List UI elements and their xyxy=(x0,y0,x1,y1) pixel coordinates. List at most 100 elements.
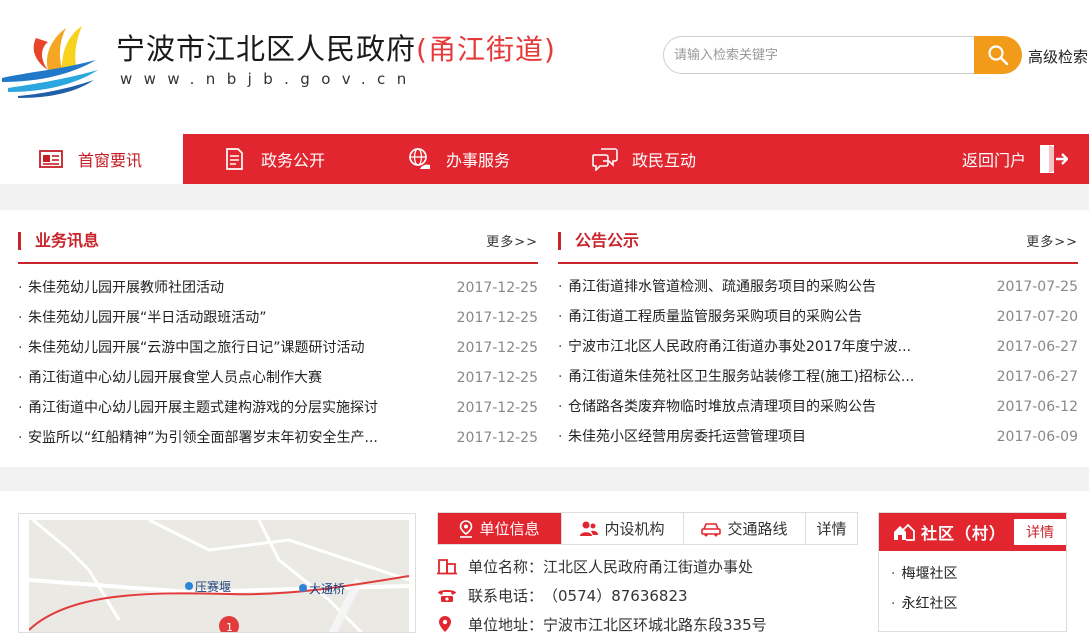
nav-item-label: 政务公开 xyxy=(261,151,326,170)
list-item[interactable]: · 朱佳苑小区经营用房委托运营管理项目 2017-06-09 xyxy=(558,422,1078,452)
list-item[interactable]: · 甬江街道中心幼儿园开展主题式建构游戏的分层实施探讨 2017-12-25 xyxy=(18,393,538,423)
community-name[interactable]: 梅堰社区 xyxy=(901,566,957,582)
notice-date: 2017-06-09 xyxy=(996,429,1078,445)
map-pin-icon xyxy=(437,615,459,633)
site-header: 宁波市江北区人民政府(甬江街道) www.nbjb.gov.cn 高级检索 xyxy=(0,0,1089,134)
notice-title[interactable]: 甬江街道朱佳苑社区卫生服务站装修工程(施工)招标公... xyxy=(568,362,978,392)
people-icon xyxy=(580,520,599,538)
notice-date: 2017-06-27 xyxy=(996,369,1078,385)
tab-label: 交通路线 xyxy=(727,520,788,538)
phone-value: （0574）87636823 xyxy=(543,586,688,605)
panel-header: 业务讯息 更多>> xyxy=(18,228,538,264)
notice-title[interactable]: 仓储路各类废弃物临时堆放点清理项目的采购公告 xyxy=(568,392,978,422)
news-date: 2017-12-25 xyxy=(456,280,538,296)
search-button[interactable] xyxy=(974,36,1022,74)
map-label: 大通桥 xyxy=(309,582,345,596)
globe-hand-icon xyxy=(406,146,432,172)
notice-title[interactable]: 甬江街道工程质量监管服务采购项目的采购公告 xyxy=(568,302,978,332)
list-item[interactable]: · 甬江街道朱佳苑社区卫生服务站装修工程(施工)招标公... 2017-06-27 xyxy=(558,362,1078,392)
list-item[interactable]: · 甬江街道工程质量监管服务采购项目的采购公告 2017-07-20 xyxy=(558,302,1078,332)
map-label: 压赛堰 xyxy=(195,579,231,594)
list-item[interactable]: · 永红社区 xyxy=(891,589,957,619)
community-details-link[interactable]: 详情 xyxy=(1014,519,1066,545)
notice-title[interactable]: 甬江街道排水管道检测、疏通服务项目的采购公告 xyxy=(568,272,978,302)
nav-item-interaction[interactable]: 政民互动 xyxy=(592,134,696,184)
news-title[interactable]: 朱佳苑幼儿园开展“半日活动跟班活动” xyxy=(28,303,438,333)
list-item[interactable]: · 朱佳苑幼儿园开展“云游中国之旅行日记”课题研讨活动 2017-12-25 xyxy=(18,333,538,363)
community-header: 社区（村） 详情 xyxy=(879,513,1066,551)
main-nav: 首窗要讯 政务公开 办事服务 政民互动 返回门户 xyxy=(0,134,1089,184)
tab-transport[interactable]: 交通路线 xyxy=(684,513,806,544)
notice-title[interactable]: 朱佳苑小区经营用房委托运营管理项目 xyxy=(568,422,978,452)
advanced-search-link[interactable]: 高级检索 xyxy=(1028,46,1088,67)
news-title[interactable]: 朱佳苑幼儿园开展“云游中国之旅行日记”课题研讨活动 xyxy=(28,333,438,363)
tab-departments[interactable]: 内设机构 xyxy=(562,513,684,544)
notice-date: 2017-07-25 xyxy=(996,279,1078,295)
news-title[interactable]: 甬江街道中心幼儿园开展主题式建构游戏的分层实施探讨 xyxy=(28,393,438,423)
list-item[interactable]: · 仓储路各类废弃物临时堆放点清理项目的采购公告 2017-06-12 xyxy=(558,392,1078,422)
car-icon xyxy=(701,521,722,537)
news-date: 2017-12-25 xyxy=(456,310,538,326)
back-to-portal-button[interactable]: 返回门户 xyxy=(962,134,1069,184)
community-title-text: 社区（村） xyxy=(921,524,1007,543)
tab-label: 详情 xyxy=(816,520,847,538)
notice-date: 2017-07-20 xyxy=(996,309,1078,325)
nav-item-label: 首窗要讯 xyxy=(78,151,143,170)
location-map[interactable]: 1 压赛堰 大通桥 xyxy=(18,513,416,633)
community-panel: 社区（村） 详情 · 梅堰社区 · 永红社区 xyxy=(878,512,1067,632)
nav-item-government-affairs[interactable]: 政务公开 xyxy=(221,134,325,184)
list-item[interactable]: · 朱佳苑幼儿园开展教师社团活动 2017-12-25 xyxy=(18,273,538,303)
notice-title[interactable]: 宁波市江北区人民政府甬江街道办事处2017年度宁波... xyxy=(568,332,978,362)
building-icon xyxy=(437,557,459,575)
site-url: www.nbjb.gov.cn xyxy=(120,70,418,88)
site-logo[interactable] xyxy=(0,14,104,98)
exit-icon xyxy=(1038,143,1069,175)
community-list: · 梅堰社区 · 永红社区 xyxy=(891,559,957,619)
more-link[interactable]: 更多>> xyxy=(486,231,538,250)
address-row: 单位地址： 宁波市江北区环城北路东段335号 xyxy=(437,611,767,637)
site-title-main: 宁波市江北区人民政府 xyxy=(116,32,417,66)
back-to-portal-label: 返回门户 xyxy=(962,151,1027,170)
tab-details[interactable]: 详情 xyxy=(806,513,857,544)
tab-label: 单位信息 xyxy=(479,520,540,538)
unit-name-value: 江北区人民政府甬江街道办事处 xyxy=(543,557,754,576)
tab-unit-info[interactable]: 单位信息 xyxy=(438,513,562,544)
nav-item-headlines[interactable]: 首窗要讯 xyxy=(0,134,183,184)
map-canvas[interactable]: 1 压赛堰 大通桥 xyxy=(28,518,410,632)
address-label: 单位地址： xyxy=(468,615,544,634)
list-item[interactable]: · 宁波市江北区人民政府甬江街道办事处2017年度宁波... 2017-06-27 xyxy=(558,332,1078,362)
unit-name-row: 单位名称： 江北区人民政府甬江街道办事处 xyxy=(437,553,753,579)
section-divider xyxy=(0,184,1089,210)
news-list: · 朱佳苑幼儿园开展教师社团活动 2017-12-25 · 朱佳苑幼儿园开展“半日活动… xyxy=(18,273,538,453)
news-date: 2017-12-25 xyxy=(456,340,538,356)
nav-item-services[interactable]: 办事服务 xyxy=(406,134,510,184)
community-name[interactable]: 永红社区 xyxy=(901,596,957,612)
newspaper-icon xyxy=(38,146,64,172)
news-title[interactable]: 甬江街道中心幼儿园开展食堂人员点心制作大赛 xyxy=(28,363,438,393)
news-title[interactable]: 朱佳苑幼儿园开展教师社团活动 xyxy=(28,273,438,303)
search-input[interactable] xyxy=(664,37,964,73)
site-title-sub: (甬江街道) xyxy=(416,33,556,66)
map-drawing: 1 压赛堰 大通桥 xyxy=(28,518,410,632)
notice-date: 2017-06-27 xyxy=(996,339,1078,355)
list-item[interactable]: · 安监所以“红船精神”为引领全面部署岁末年初安全生产... 2017-12-25 xyxy=(18,423,538,453)
news-date: 2017-12-25 xyxy=(456,430,538,446)
notice-date: 2017-06-12 xyxy=(996,399,1078,415)
phone-row: 联系电话： （0574）87636823 xyxy=(437,582,688,608)
news-date: 2017-12-25 xyxy=(456,370,538,386)
news-title[interactable]: 安监所以“红船精神”为引领全面部署岁末年初安全生产... xyxy=(28,423,438,453)
list-item[interactable]: · 朱佳苑幼儿园开展“半日活动跟班活动” 2017-12-25 xyxy=(18,303,538,333)
address-value: 宁波市江北区环城北路东段335号 xyxy=(543,615,767,634)
list-item[interactable]: · 甬江街道中心幼儿园开展食堂人员点心制作大赛 2017-12-25 xyxy=(18,363,538,393)
search-box xyxy=(663,36,975,74)
panel-title: 业务讯息 xyxy=(18,232,99,250)
list-item[interactable]: · 梅堰社区 xyxy=(891,559,957,589)
nav-item-label: 办事服务 xyxy=(446,151,511,170)
list-item[interactable]: · 甬江街道排水管道检测、疏通服务项目的采购公告 2017-07-25 xyxy=(558,272,1078,302)
site-title[interactable]: 宁波市江北区人民政府(甬江街道) xyxy=(116,26,556,68)
phone-label: 联系电话： xyxy=(468,586,544,605)
search-icon xyxy=(988,45,1009,66)
tab-label: 内设机构 xyxy=(604,520,665,538)
more-link[interactable]: 更多>> xyxy=(1026,231,1078,250)
chat-bubbles-icon xyxy=(592,146,618,172)
